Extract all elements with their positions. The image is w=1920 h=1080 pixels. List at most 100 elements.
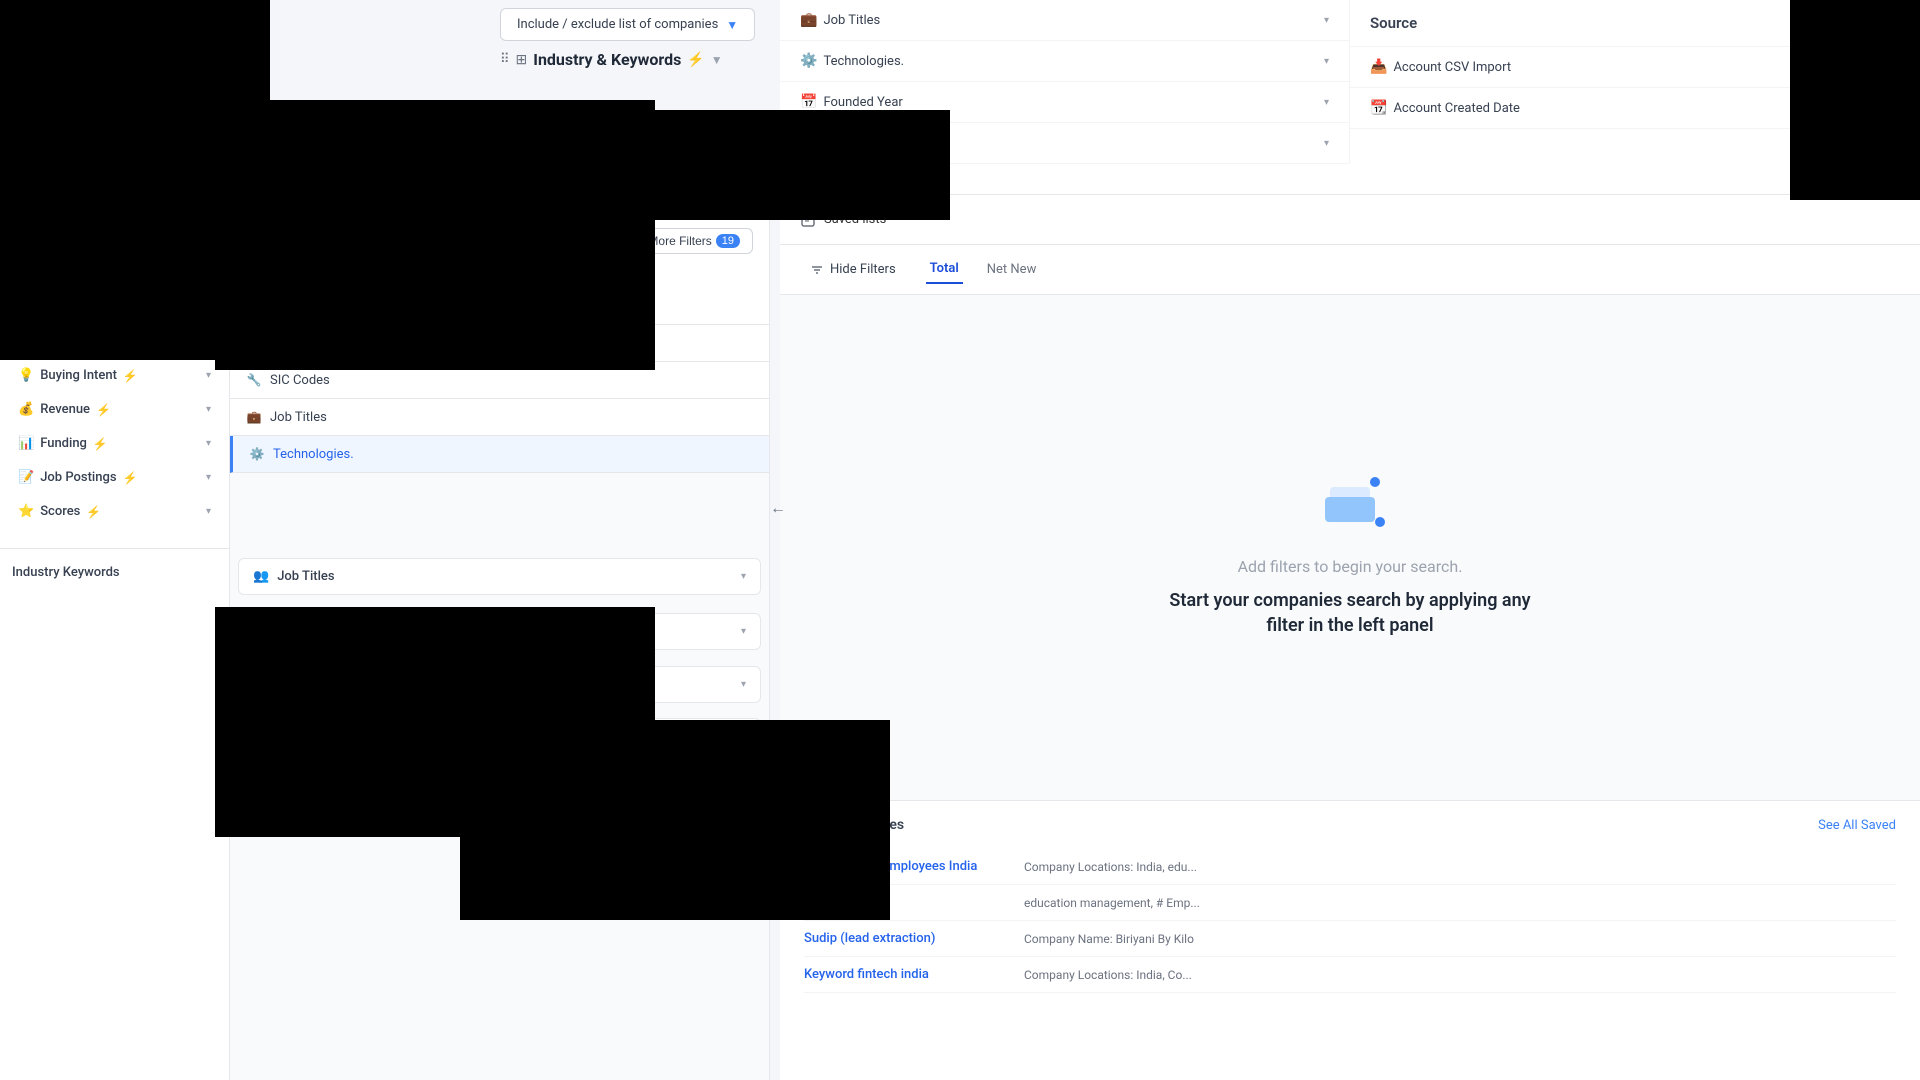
include-exclude-label: Include / exclude list of companies — [517, 17, 718, 32]
employees-header[interactable]: 👥 Job Titles ▾ — [239, 559, 760, 594]
tech-icon: ⚙️ — [249, 446, 265, 462]
saved-searches-section: Saved Searches See All Saved EdTech <100… — [780, 800, 1920, 1080]
hide-filters-button[interactable]: Hide Filters — [800, 256, 906, 283]
chevron-down-icon: ▾ — [1324, 56, 1329, 67]
sidebar-item-revenue[interactable]: 💰 Revenue ⚡ ▾ — [6, 393, 223, 426]
total-label: Total — [930, 261, 959, 276]
saved-lists-bar: Saved lists — [780, 195, 1920, 245]
filter-count: 19 — [716, 234, 740, 248]
chevron-down-icon: ▾ — [1324, 138, 1329, 149]
lightning-icon-scores: ⚡ — [86, 505, 101, 519]
industry-dropdown-arrow: ▼ — [711, 53, 723, 67]
saved-search-name: Sudip (lead extraction) — [804, 931, 1024, 946]
sidebar-item-label: Job Postings — [40, 470, 116, 485]
saved-search-details: Company Locations: India, edu... — [1024, 860, 1896, 874]
saved-search-edtech-100[interactable]: EdTech <100 Employees India Company Loca… — [804, 849, 1896, 885]
right-filter-job-titles[interactable]: 💼 Job Titles ▾ — [780, 0, 1350, 41]
drag-icon: ⠿ — [500, 52, 510, 67]
saved-search-details: education management, # Emp... — [1024, 896, 1896, 910]
employees-chevron: ▾ — [741, 571, 746, 582]
sidebar-item-funding[interactable]: 📊 Funding ⚡ ▾ — [6, 427, 223, 460]
tech-filter-icon: ⚙️ — [800, 53, 817, 69]
buying-intent-black-overlay — [215, 100, 655, 370]
net-new-label: Net New — [987, 262, 1037, 277]
net-new-tab[interactable]: Net New — [983, 256, 1041, 283]
search-illustration — [1310, 457, 1390, 537]
chevron-down-icon: ▾ — [206, 506, 211, 517]
saved-search-edtech[interactable]: EdTech education management, # Emp... — [804, 885, 1896, 921]
sidebar-item-label: Funding — [40, 436, 87, 451]
total-tab[interactable]: Total — [926, 255, 963, 284]
date-icon: 📆 — [1370, 100, 1387, 116]
scores-icon: ⭐ — [18, 504, 34, 519]
hide-filters-label: Hide Filters — [830, 262, 896, 277]
jobs-icon: 📝 — [18, 470, 34, 485]
start-search-area: Add filters to begin your search. Start … — [780, 295, 1920, 800]
buying-icon: 💡 — [18, 368, 34, 383]
sidebar-item-job-postings[interactable]: 📝 Job Postings ⚡ ▾ — [6, 461, 223, 494]
saved-search-details: Company Name: Biriyani By Kilo — [1024, 932, 1896, 946]
lower-left-black-overlay — [215, 607, 655, 837]
right-filter-technologies[interactable]: ⚙️ Technologies. ▾ — [780, 41, 1350, 82]
chevron-down-icon: ▾ — [206, 404, 211, 415]
right-top-filters: 💼 Job Titles ▾ ⚙️ Technologies. ▾ 📅 Foun… — [780, 0, 1920, 195]
sidebar-item-scores[interactable]: ⭐ Scores ⚡ ▾ — [6, 495, 223, 528]
source-label: Source — [1370, 14, 1417, 32]
dropdown-arrow-icon: ▼ — [726, 18, 738, 32]
start-search-title: Start your companies search by applying … — [1160, 588, 1540, 638]
employees-label: Job Titles — [277, 569, 334, 584]
more-filters-label: More Filters — [648, 234, 711, 248]
lightning-icon-funding: ⚡ — [93, 437, 108, 451]
job-titles-icon: 💼 — [800, 12, 817, 28]
sidebar-item-label: Revenue — [40, 402, 90, 417]
blue-dot-1 — [1370, 477, 1380, 487]
revenue-icon: 💰 — [18, 402, 34, 417]
saved-searches-header: Saved Searches See All Saved — [804, 817, 1896, 833]
saved-search-sudip[interactable]: Sudip (lead extraction) Company Name: Bi… — [804, 921, 1896, 957]
filter-icon — [810, 263, 824, 277]
right-panel: 💼 Job Titles ▾ ⚙️ Technologies. ▾ 📅 Foun… — [780, 0, 1920, 1080]
sidebar-item-label: Buying Intent — [40, 368, 117, 383]
lightning-icon-revenue: ⚡ — [96, 403, 111, 417]
csv-icon: 📥 — [1370, 59, 1387, 75]
sidebar-item-buying-intent[interactable]: 💡 Buying Intent ⚡ ▾ — [6, 359, 223, 392]
see-all-saved-button[interactable]: See All Saved — [1818, 818, 1896, 833]
sic-icon: 🔧 — [246, 372, 262, 388]
filter-item-label: Technologies. — [273, 447, 354, 462]
chevron-down-icon: ▾ — [206, 370, 211, 381]
industry-keywords-top-label: Industry & Keywords — [533, 50, 681, 69]
lightning-icon-jobs: ⚡ — [123, 471, 138, 485]
calendar-icon: 📅 — [800, 94, 817, 110]
blue-dot-2 — [1375, 517, 1385, 527]
filter-item-label: Job Titles — [270, 410, 327, 425]
chevron-down-icon: ▾ — [1324, 97, 1329, 108]
far-right-black-overlay — [1790, 0, 1920, 200]
saved-search-keyword-fintech[interactable]: Keyword fintech india Company Locations:… — [804, 957, 1896, 993]
chevron-down-icon: ▾ — [206, 438, 211, 449]
back-arrow-button[interactable]: ← — [770, 498, 786, 518]
right-filter-label: Account Created Date — [1393, 101, 1520, 116]
employees-section: 👥 Job Titles ▾ — [238, 558, 761, 595]
filter-item-job-titles[interactable]: 💼 Job Titles — [230, 399, 769, 436]
funding-icon: 📊 — [18, 436, 34, 451]
briefcase-icon: 💼 — [246, 409, 262, 425]
add-filters-text: Add filters to begin your search. — [1160, 557, 1540, 576]
lists-chevron: ▾ — [741, 679, 746, 690]
lightning-icon-buying: ⚡ — [123, 369, 138, 383]
acct-loc-chevron: ▾ — [741, 626, 746, 637]
right-filter-label: Founded Year — [823, 95, 902, 110]
employees-icon: 👥 — [253, 569, 269, 584]
table-icon: ⊞ — [516, 52, 528, 68]
right-filter-label: Account CSV Import — [1393, 60, 1511, 75]
chevron-down-icon: ▾ — [206, 472, 211, 483]
right-filter-label: Technologies. — [823, 54, 904, 69]
chevron-down-icon: ▾ — [1324, 15, 1329, 26]
industry-keywords-top-button[interactable]: ⠿ ⊞ Industry & Keywords ⚡ ▼ — [500, 50, 723, 69]
folder-body — [1325, 497, 1375, 522]
totals-bar: Hide Filters Total Net New — [780, 245, 1920, 295]
saved-search-name: Keyword fintech india — [804, 967, 1024, 982]
filter-item-technologies[interactable]: ⚙️ Technologies. — [230, 436, 769, 473]
filter-item-label: SIC Codes — [270, 373, 330, 388]
include-exclude-button[interactable]: Include / exclude list of companies ▼ — [500, 8, 755, 41]
right-filter-label: Job Titles — [823, 13, 880, 28]
